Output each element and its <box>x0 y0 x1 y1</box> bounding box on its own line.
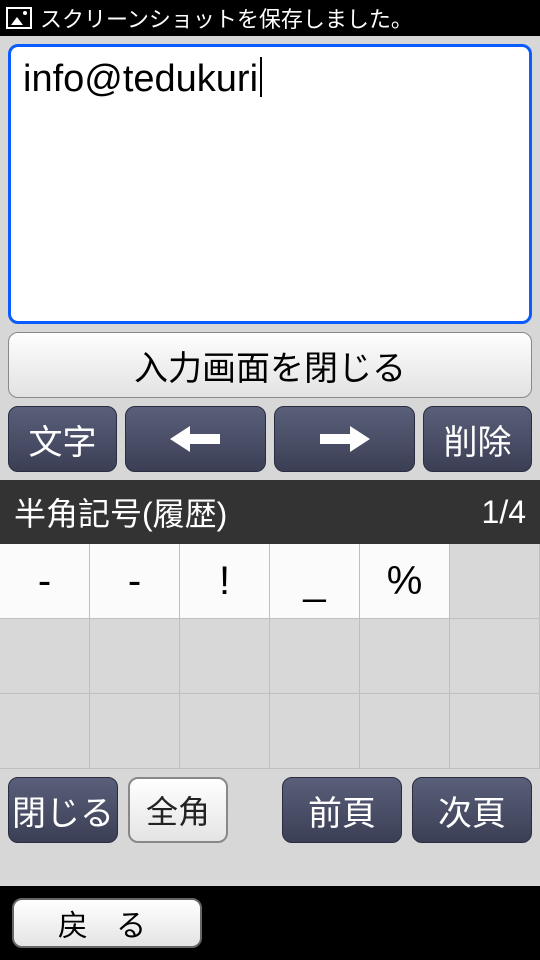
symbol-grid: ‑ - ! _ % <box>0 544 540 769</box>
symbol-cell-empty <box>0 694 90 769</box>
status-bar: スクリーンショットを保存しました。 <box>0 0 540 36</box>
page-indicator: 1/4 <box>482 494 526 531</box>
image-icon <box>6 7 32 29</box>
cursor-right-button[interactable] <box>274 406 415 472</box>
next-page-button[interactable]: 次頁 <box>412 777 532 843</box>
symbol-cell[interactable]: _ <box>270 544 360 619</box>
symbol-cell-empty <box>270 619 360 694</box>
symbol-cell-empty <box>450 544 540 619</box>
mode-label: 半角記号(履歴) <box>14 489 227 535</box>
char-mode-button[interactable]: 文字 <box>8 406 117 472</box>
fullwidth-button[interactable]: 全角 <box>128 777 228 843</box>
bottom-row: 閉じる 全角 前頁 次頁 <box>0 769 540 851</box>
close-keyboard-button[interactable]: 閉じる <box>8 777 118 843</box>
symbol-cell-empty <box>450 694 540 769</box>
symbol-cell[interactable]: ! <box>180 544 270 619</box>
char-mode-label: 文字 <box>28 415 96 464</box>
symbol-cell[interactable]: - <box>90 544 180 619</box>
back-label: 戻 る <box>58 901 156 945</box>
arrow-left-icon <box>170 424 220 454</box>
symbol-cell[interactable]: % <box>360 544 450 619</box>
cursor-left-button[interactable] <box>125 406 266 472</box>
symbol-cell-empty <box>180 694 270 769</box>
next-page-label: 次頁 <box>438 786 506 835</box>
prev-page-label: 前頁 <box>308 786 376 835</box>
main-area: info@tedukuri 入力画面を閉じる 文字 削除 半角記号(履歴) 1/… <box>0 36 540 886</box>
spacer <box>238 777 272 843</box>
input-value: info@tedukuri <box>23 58 258 100</box>
symbol-cell[interactable]: ‑ <box>0 544 90 619</box>
symbol-cell-empty <box>180 619 270 694</box>
delete-button[interactable]: 削除 <box>423 406 532 472</box>
text-input[interactable]: info@tedukuri <box>8 44 532 324</box>
symbol-cell-empty <box>90 619 180 694</box>
symbol-cell-empty <box>450 619 540 694</box>
arrow-right-icon <box>320 424 370 454</box>
symbol-cell-empty <box>270 694 360 769</box>
fullwidth-label: 全角 <box>146 787 210 833</box>
caret <box>260 57 262 97</box>
symbol-cell-empty <box>360 619 450 694</box>
close-input-label: 入力画面を閉じる <box>134 341 406 390</box>
symbol-cell-empty <box>360 694 450 769</box>
mode-bar: 半角記号(履歴) 1/4 <box>0 480 540 544</box>
prev-page-button[interactable]: 前頁 <box>282 777 402 843</box>
status-text: スクリーンショットを保存しました。 <box>40 2 413 34</box>
symbol-cell-empty <box>90 694 180 769</box>
nav-bar: 戻 る <box>0 886 540 960</box>
close-keyboard-label: 閉じる <box>12 786 114 835</box>
back-button[interactable]: 戻 る <box>12 898 202 948</box>
symbol-cell-empty <box>0 619 90 694</box>
edit-row: 文字 削除 <box>0 406 540 480</box>
delete-label: 削除 <box>444 415 512 464</box>
close-input-button[interactable]: 入力画面を閉じる <box>8 332 532 398</box>
